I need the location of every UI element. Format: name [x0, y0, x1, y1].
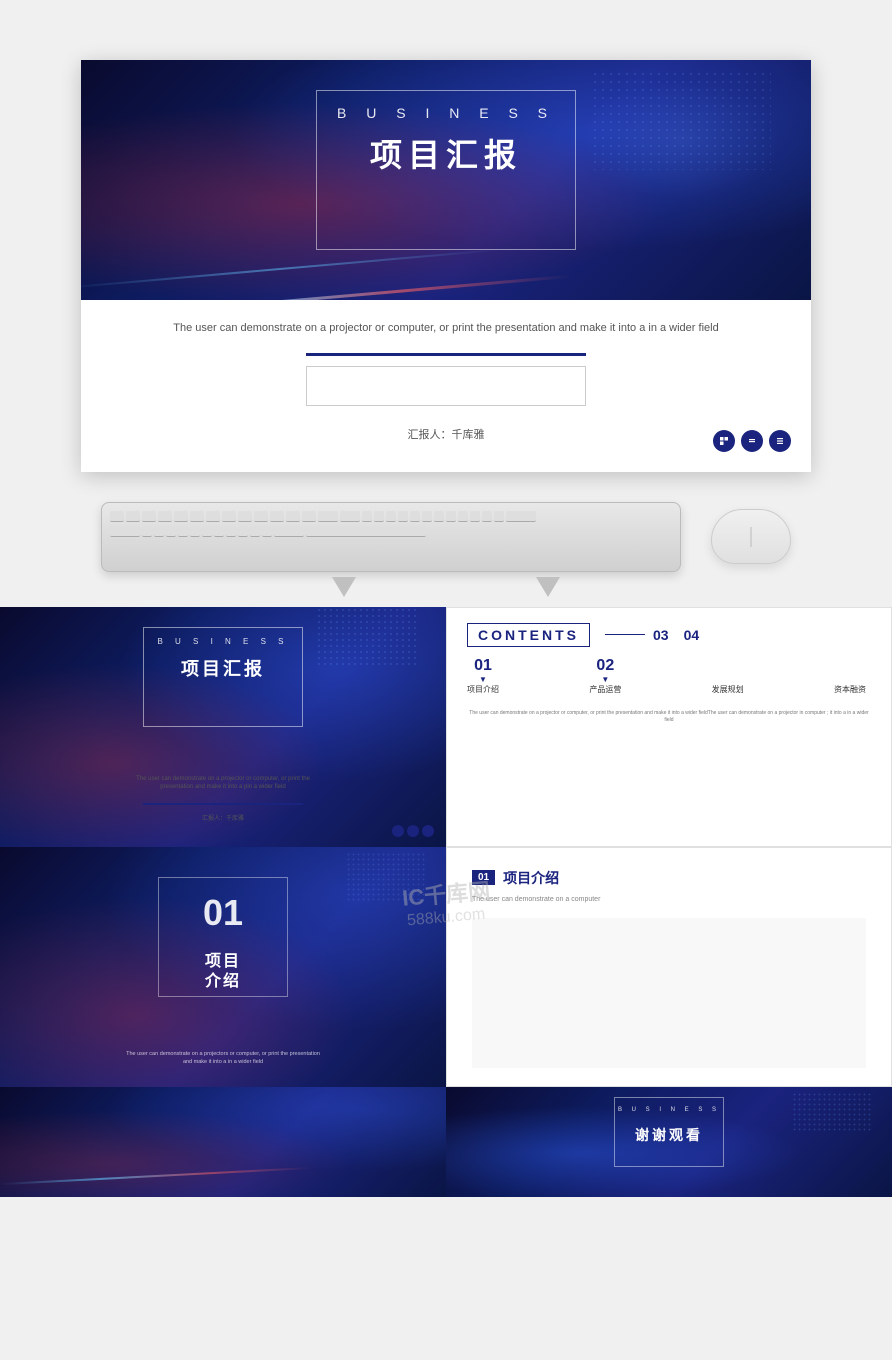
- thumb-row-1: B U S I N E S S 项目汇报 The user can demons…: [0, 607, 892, 847]
- c-item-1: 01 ▼ 项目介绍: [467, 657, 499, 695]
- c-item-4: 04 ▼ 资本融资: [834, 657, 866, 695]
- arrows-container: [0, 577, 892, 607]
- thumb3-desc: The user can demonstrate on a projectors…: [123, 1050, 323, 1067]
- arrow-right: [536, 577, 560, 597]
- business-label: B U S I N E S S: [337, 105, 555, 121]
- c-item-2: 02 ▼ 产品运营: [589, 657, 621, 695]
- slide-header: B U S I N E S S 项目汇报: [81, 60, 811, 300]
- c-arrow-1: ▼: [479, 675, 487, 684]
- c-label-4: 资本融资: [834, 684, 866, 695]
- thumb3-label: 项目 介绍: [205, 952, 241, 994]
- thumbnail-section-01[interactable]: 01 项目 介绍 The user can demonstrate on a p…: [0, 847, 446, 1087]
- thumbnail-contents[interactable]: CONTENTS 03 04 01 ▼ 项目介绍 02 ▼ 产品运营 03: [446, 607, 892, 847]
- thumb1-title: 项目汇报: [181, 655, 265, 681]
- t-icon-2[interactable]: [407, 825, 419, 837]
- c-num-2: 02: [596, 657, 614, 675]
- contents-numbers: 01 ▼ 项目介绍 02 ▼ 产品运营 03 ▼ 发展规划 04 ▼ 资: [467, 657, 871, 695]
- contents-label-box: CONTENTS: [467, 623, 590, 647]
- thumb1-desc: The user can demonstrate on a projector …: [123, 775, 323, 792]
- slide-description: The user can demonstrate on a projector …: [121, 320, 771, 338]
- keyboard: [101, 502, 681, 572]
- blue-bar: [306, 353, 586, 356]
- thumbnail-section-dark[interactable]: [0, 1087, 446, 1197]
- thumbnail-grid: IC千库网 588ku.com B U S I N E S S 项目汇报 The…: [0, 607, 892, 1197]
- thumb-row-3: B U S I N E S S 谢谢观看: [0, 1087, 892, 1197]
- thumb1-business: B U S I N E S S: [157, 637, 288, 646]
- c-item-3: 03 ▼ 发展规划: [712, 657, 744, 695]
- reporter-label: 汇报人：千库雅: [121, 426, 771, 442]
- thumb6-business: B U S I N E S S: [618, 1107, 720, 1113]
- mouse: [711, 509, 791, 564]
- thumb1-bar: [143, 803, 303, 805]
- page-num-badge: 01: [472, 870, 495, 885]
- page-title: 项目介绍: [503, 868, 559, 888]
- icon-btn-1[interactable]: [713, 430, 735, 452]
- c-label-2: 产品运营: [589, 684, 621, 695]
- icon-btn-3[interactable]: [769, 430, 791, 452]
- dot-pattern: [591, 70, 771, 170]
- thumb6-title: 谢谢观看: [635, 1125, 703, 1145]
- thumb1-icons: [392, 825, 434, 837]
- thumbnail-content-page[interactable]: 01 项目介绍 The user can demonstrate on a co…: [446, 847, 892, 1087]
- c-arrow-2: ▼: [601, 675, 609, 684]
- white-box: [306, 366, 586, 406]
- slide-body: The user can demonstrate on a projector …: [81, 300, 811, 472]
- keyboard-section: [0, 472, 892, 582]
- thumb3-num: 01: [203, 892, 243, 934]
- page-content-area: [472, 918, 866, 1068]
- c-label-1: 项目介绍: [467, 684, 499, 695]
- t-icon-3[interactable]: [422, 825, 434, 837]
- slide-action-icons: [713, 430, 791, 452]
- thumbnail-title[interactable]: B U S I N E S S 项目汇报 The user can demons…: [0, 607, 446, 847]
- arrow-left: [332, 577, 356, 597]
- contents-desc: The user can demonstrate on a projector …: [467, 710, 871, 725]
- page-subtitle: The user can demonstrate on a computer: [472, 896, 866, 903]
- icon-btn-2[interactable]: [741, 430, 763, 452]
- c-label-3: 发展规划: [712, 684, 744, 695]
- thumb1-reporter: 汇报人：千库雅: [202, 813, 244, 822]
- thumbnail-ending[interactable]: B U S I N E S S 谢谢观看: [446, 1087, 892, 1197]
- thumb4-header: 01 项目介绍: [472, 868, 866, 888]
- contents-header: CONTENTS 03 04: [467, 623, 871, 647]
- light-streak-2: [81, 249, 498, 289]
- main-title-zh: 项目汇报: [370, 130, 522, 176]
- c-num-1: 01: [474, 657, 492, 675]
- main-preview-container: B U S I N E S S 项目汇报 The user can demons…: [81, 60, 811, 472]
- thumb-row-2: 01 项目 介绍 The user can demonstrate on a p…: [0, 847, 892, 1087]
- t-icon-1[interactable]: [392, 825, 404, 837]
